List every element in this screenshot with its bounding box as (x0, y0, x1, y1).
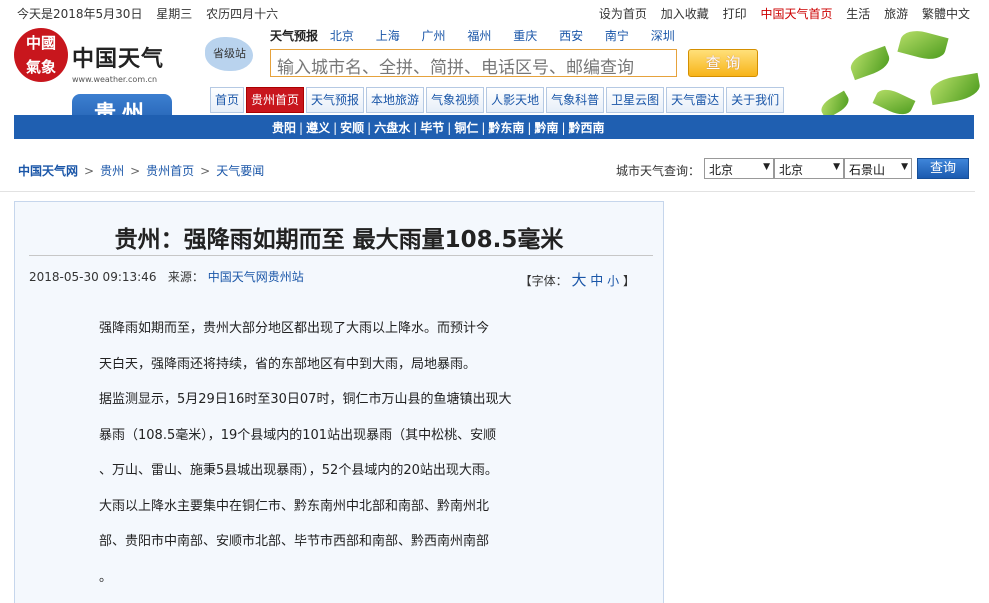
article-line: 大雨以上降水主要集中在铜仁市、黔东南州中北部和南部、黔南州北 (99, 498, 490, 514)
breadcrumb-link[interactable]: 贵州 (100, 164, 124, 178)
article-line: 强降雨如期而至，贵州大部分地区都出现了大雨以上降水。而预计今 (99, 321, 490, 336)
nav-guizhou-home[interactable]: 贵州首页 (246, 87, 305, 113)
font-size-switcher: 【字体： 大 中 小 】 (519, 271, 635, 289)
nav-weather-modification[interactable]: 人影天地 (486, 87, 545, 113)
life-link[interactable]: 生活 (846, 7, 870, 21)
print-link[interactable]: 打印 (723, 7, 747, 21)
city-select[interactable]: 北京 ▼ (774, 158, 844, 179)
city-bar: 贵阳 | 遵义 | 安顺 | 六盘水 | 毕节 | 铜仁 | 黔东南 | 黔南 | 黔西南 (14, 115, 974, 139)
forecast-heading: 天气预报 (270, 29, 319, 43)
font-size-small[interactable]: 小 (607, 274, 619, 288)
forecast-city-link[interactable]: 深圳 (651, 29, 675, 43)
dropdown-arrow-icon: ▼ (763, 162, 770, 172)
city-link[interactable]: 铜仁 (454, 121, 478, 135)
city-links: 贵阳 | 遵义 | 安顺 | 六盘水 | 毕节 | 铜仁 | 黔东南 | 黔南 | 黔西南 (272, 121, 605, 135)
source-link[interactable]: 中国天气网贵州站 (208, 270, 304, 284)
province-select[interactable]: 北京 ▼ (704, 158, 774, 179)
forecast-city-link[interactable]: 上海 (376, 29, 400, 43)
logo-name: 中国天气 (72, 46, 165, 72)
city-link[interactable]: 六盘水 (374, 121, 410, 135)
article-line: 暴雨（108.5毫米），19个县域内的101站出现暴雨（其中松桃、安顺 (99, 427, 497, 443)
city-link[interactable]: 黔东南 (488, 121, 524, 135)
top-links: 设为首页 加入收藏 打印 中国天气首页 生活 旅游 繁體中文 (589, 5, 970, 22)
logo-url: www.weather.com.cn (72, 75, 158, 84)
nav-radar[interactable]: 天气雷达 (666, 87, 725, 113)
city-link[interactable]: 黔南 (534, 121, 558, 135)
set-homepage-link[interactable]: 设为首页 (599, 7, 647, 21)
forecast-city-link[interactable]: 南宁 (605, 29, 629, 43)
article-meta: 2018-05-30 09:13:46 来源： 中国天气网贵州站 (29, 268, 304, 285)
forecast-city-link[interactable]: 福州 (467, 29, 491, 43)
forecast-city-links: 天气预报 北京 上海 广州 福州 重庆 西安 南宁 深圳 (270, 27, 693, 44)
date-info: 今天是2018年5月30日 星期三 农历四月十六 (17, 5, 288, 22)
weather-home-link[interactable]: 中国天气首页 (760, 7, 832, 21)
article-line: 部、贵阳市中南部、安顺市北部、毕节市西部和南部、黔西南州南部 (99, 534, 490, 549)
nav-science[interactable]: 气象科普 (546, 87, 605, 113)
city-link[interactable]: 黔西南 (569, 121, 605, 135)
city-link[interactable]: 毕节 (420, 121, 444, 135)
city-link[interactable]: 遵义 (306, 121, 330, 135)
source-label: 来源： (167, 270, 204, 284)
district-select[interactable]: 石景山 ▼ (844, 158, 912, 179)
traditional-chinese-link[interactable]: 繁體中文 (922, 7, 970, 21)
date-text: 今天是2018年5月30日 (17, 7, 143, 21)
article-line: 天白天，强降雨还将持续，省的东部地区有中到大雨，局地暴雨。 (99, 356, 477, 372)
article-datetime: 2018-05-30 09:13:46 (29, 270, 157, 284)
breadcrumb-link[interactable]: 中国天气网 (18, 164, 78, 178)
forecast-city-link[interactable]: 西安 (559, 29, 583, 43)
site-logo[interactable]: 中國 氣象 中国天气 www.weather.com.cn (14, 28, 174, 88)
nav-about[interactable]: 关于我们 (726, 87, 785, 113)
font-size-medium[interactable]: 中 (590, 274, 603, 289)
nav-satellite[interactable]: 卫星云图 (606, 87, 665, 113)
weekday-text: 星期三 (156, 7, 193, 21)
title-divider (29, 255, 653, 256)
article-line: 、万山、雷山、施秉5县城出现暴雨），52个县域内的20站出现大雨。 (99, 463, 498, 478)
lunar-date-text: 农历四月十六 (206, 7, 279, 21)
logo-seal: 中國 氣象 (14, 28, 68, 82)
top-bar: 今天是2018年5月30日 星期三 农历四月十六 设为首页 加入收藏 打印 中国… (0, 0, 989, 22)
travel-link[interactable]: 旅游 (884, 7, 908, 21)
article-body: 强降雨如期而至，贵州大部分地区都出现了大雨以上降水。而预计今 天白天，强降雨还将… (99, 319, 559, 603)
forecast-city-link[interactable]: 重庆 (513, 29, 537, 43)
city-query-button[interactable]: 查询 (917, 158, 969, 179)
nav-home[interactable]: 首页 (210, 87, 245, 113)
dropdown-arrow-icon: ▼ (833, 162, 840, 172)
city-search-input[interactable]: 输入城市名、全拼、简拼、电话区号、邮编查询 (270, 49, 677, 78)
add-favorite-link[interactable]: 加入收藏 (661, 7, 709, 21)
city-link[interactable]: 安顺 (340, 121, 364, 135)
breadcrumb-link[interactable]: 天气要闻 (216, 164, 264, 178)
main-nav: 首页 贵州首页 天气预报 本地旅游 气象视频 人影天地 气象科普 卫星云图 天气雷达 关于我们 (210, 87, 786, 113)
divider (0, 191, 975, 192)
font-size-large[interactable]: 大 (571, 271, 586, 289)
nav-weather-video[interactable]: 气象视频 (426, 87, 485, 113)
nav-forecast[interactable]: 天气预报 (306, 87, 365, 113)
breadcrumb-link[interactable]: 贵州首页 (146, 164, 194, 178)
article-line: 据监测显示，5月29日16时至30日07时，铜仁市万山县的鱼塘镇出现大 (99, 392, 512, 407)
article-line: 。 (99, 569, 113, 585)
dropdown-arrow-icon: ▼ (901, 162, 908, 172)
breadcrumb: 中国天气网 > 贵州 > 贵州首页 > 天气要闻 (18, 164, 265, 178)
article-title: 贵州：强降雨如期而至 最大雨量108.5毫米 (114, 227, 564, 253)
city-link[interactable]: 贵阳 (272, 121, 296, 135)
city-query-label: 城市天气查询： (616, 164, 701, 178)
forecast-city-link[interactable]: 北京 (330, 29, 354, 43)
nav-local-travel[interactable]: 本地旅游 (366, 87, 425, 113)
province-station-label: 省级站 (213, 47, 246, 60)
search-button[interactable]: 查 询 (688, 49, 758, 77)
forecast-city-link[interactable]: 广州 (422, 29, 446, 43)
province-map-icon[interactable]: 省级站 (205, 37, 255, 77)
article-panel: 贵州：强降雨如期而至 最大雨量108.5毫米 2018-05-30 09:13:… (14, 201, 664, 603)
